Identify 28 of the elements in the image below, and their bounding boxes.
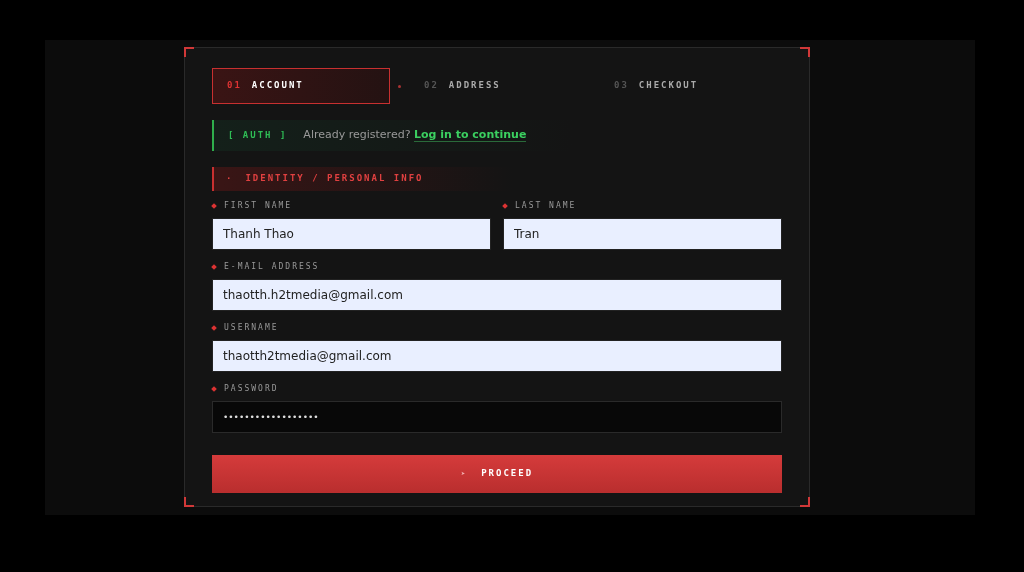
step-dot (398, 84, 401, 88)
input-field[interactable]: thaotth2tmedia@gmail.com (212, 340, 782, 372)
field-label: USERNAME (224, 322, 279, 334)
input-field[interactable]: Thanh Thao (212, 218, 491, 250)
step-tab[interactable]: 01 ACCOUNT (212, 68, 390, 104)
step-tab[interactable]: 03 CHECKOUT (599, 68, 779, 104)
field-label: PASSWORD (224, 383, 279, 395)
required-marker (502, 203, 508, 209)
required-marker (211, 386, 217, 392)
corner-bracket (184, 497, 194, 507)
field-label: FIRST NAME (224, 200, 293, 212)
field-label: LAST NAME (515, 200, 577, 212)
step-tab[interactable]: 02 ADDRESS (409, 68, 579, 104)
login-link[interactable]: Log in to continue (414, 128, 527, 143)
corner-bracket (800, 497, 810, 507)
required-marker (211, 264, 217, 270)
required-marker (211, 325, 217, 331)
auth-tag: [ AUTH ] (228, 128, 288, 143)
required-marker (211, 203, 217, 209)
input-field[interactable]: Tran (503, 218, 782, 250)
corner-bracket (184, 47, 194, 57)
auth-text: Already registered? Log in to continue (303, 127, 527, 144)
field-label: E-MAIL ADDRESS (224, 261, 320, 273)
section-marker: · (226, 172, 234, 186)
section-title: IDENTITY / PERSONAL INFO (245, 172, 424, 186)
input-field[interactable]: thaotth.h2tmedia@gmail.com (212, 279, 782, 311)
password-field[interactable]: •••••••••••••••••• (212, 401, 782, 433)
corner-bracket (800, 47, 810, 57)
